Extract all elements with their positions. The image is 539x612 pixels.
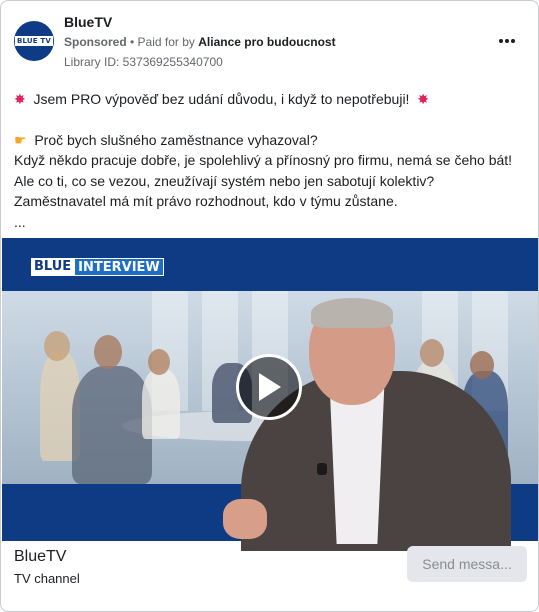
logo-blue-text: BLUE [31,258,75,276]
post-text: ✸ Jsem PRO výpověď bez udání důvodu, i k… [14,89,529,232]
more-options-icon [499,39,503,43]
bluetv-logo: BLUE TV [14,36,54,46]
sponsorship-line: Sponsored • Paid for by Aliance pro budo… [64,35,336,49]
post-line-3: Když někdo pracuje dobře, je spolehlivý … [14,152,513,168]
post-line-4: Ale co ti, co se vezou, zneužívají systé… [14,172,435,210]
more-options-button[interactable] [491,29,523,53]
lapel-mic [317,463,327,475]
footer-page-name[interactable]: BlueTV [14,548,66,566]
library-id: Library ID: 537369255340700 [64,55,223,69]
post-headline: Jsem PRO výpověď bez udání důvodu, i kdy… [33,91,410,107]
presenter-hair [311,298,393,328]
more-options-icon-dot [505,39,509,43]
presenter-hand [223,499,267,539]
background-person-head [44,331,70,361]
sponsored-label: Sponsored [64,35,127,49]
background-person [142,369,180,439]
page-name[interactable]: BlueTV [64,14,112,30]
background-person-head [420,339,444,367]
collision-emoji-icon: ✸ [14,91,26,107]
send-message-button[interactable]: Send messa... [407,546,527,582]
more-options-icon-dot [511,39,515,43]
advertiser-name[interactable]: Aliance pro budoucnost [198,35,335,49]
ad-card: BLUE TV BlueTV Sponsored • Paid for by A… [0,0,539,612]
background-person [72,366,152,484]
paid-for-by-label: Paid for by [137,35,199,49]
background-person-head [94,335,122,369]
page-avatar[interactable]: BLUE TV [14,21,54,61]
logo-interview-text: INTERVIEW [74,258,164,276]
post-question: Proč bych slušného zaměstnance vyhazoval… [34,131,318,148]
separator-dot: • [126,35,138,49]
play-icon [259,373,281,401]
collision-emoji-icon: ✸ [417,91,429,107]
post-ellipsis[interactable]: ... [14,212,529,233]
background-person-head [148,349,170,375]
play-button[interactable] [236,354,302,420]
blue-interview-logo: BLUE INTERVIEW [31,258,164,276]
background-person-head [470,351,494,379]
footer-page-category: TV channel [14,571,80,586]
post-line-1: ✸ Jsem PRO výpověď bez udání důvodu, i k… [14,89,529,110]
pointing-hand-icon: ☛ [14,131,27,148]
post-line-2: ☛ Proč bych slušného zaměstnance vyhazov… [14,130,529,151]
